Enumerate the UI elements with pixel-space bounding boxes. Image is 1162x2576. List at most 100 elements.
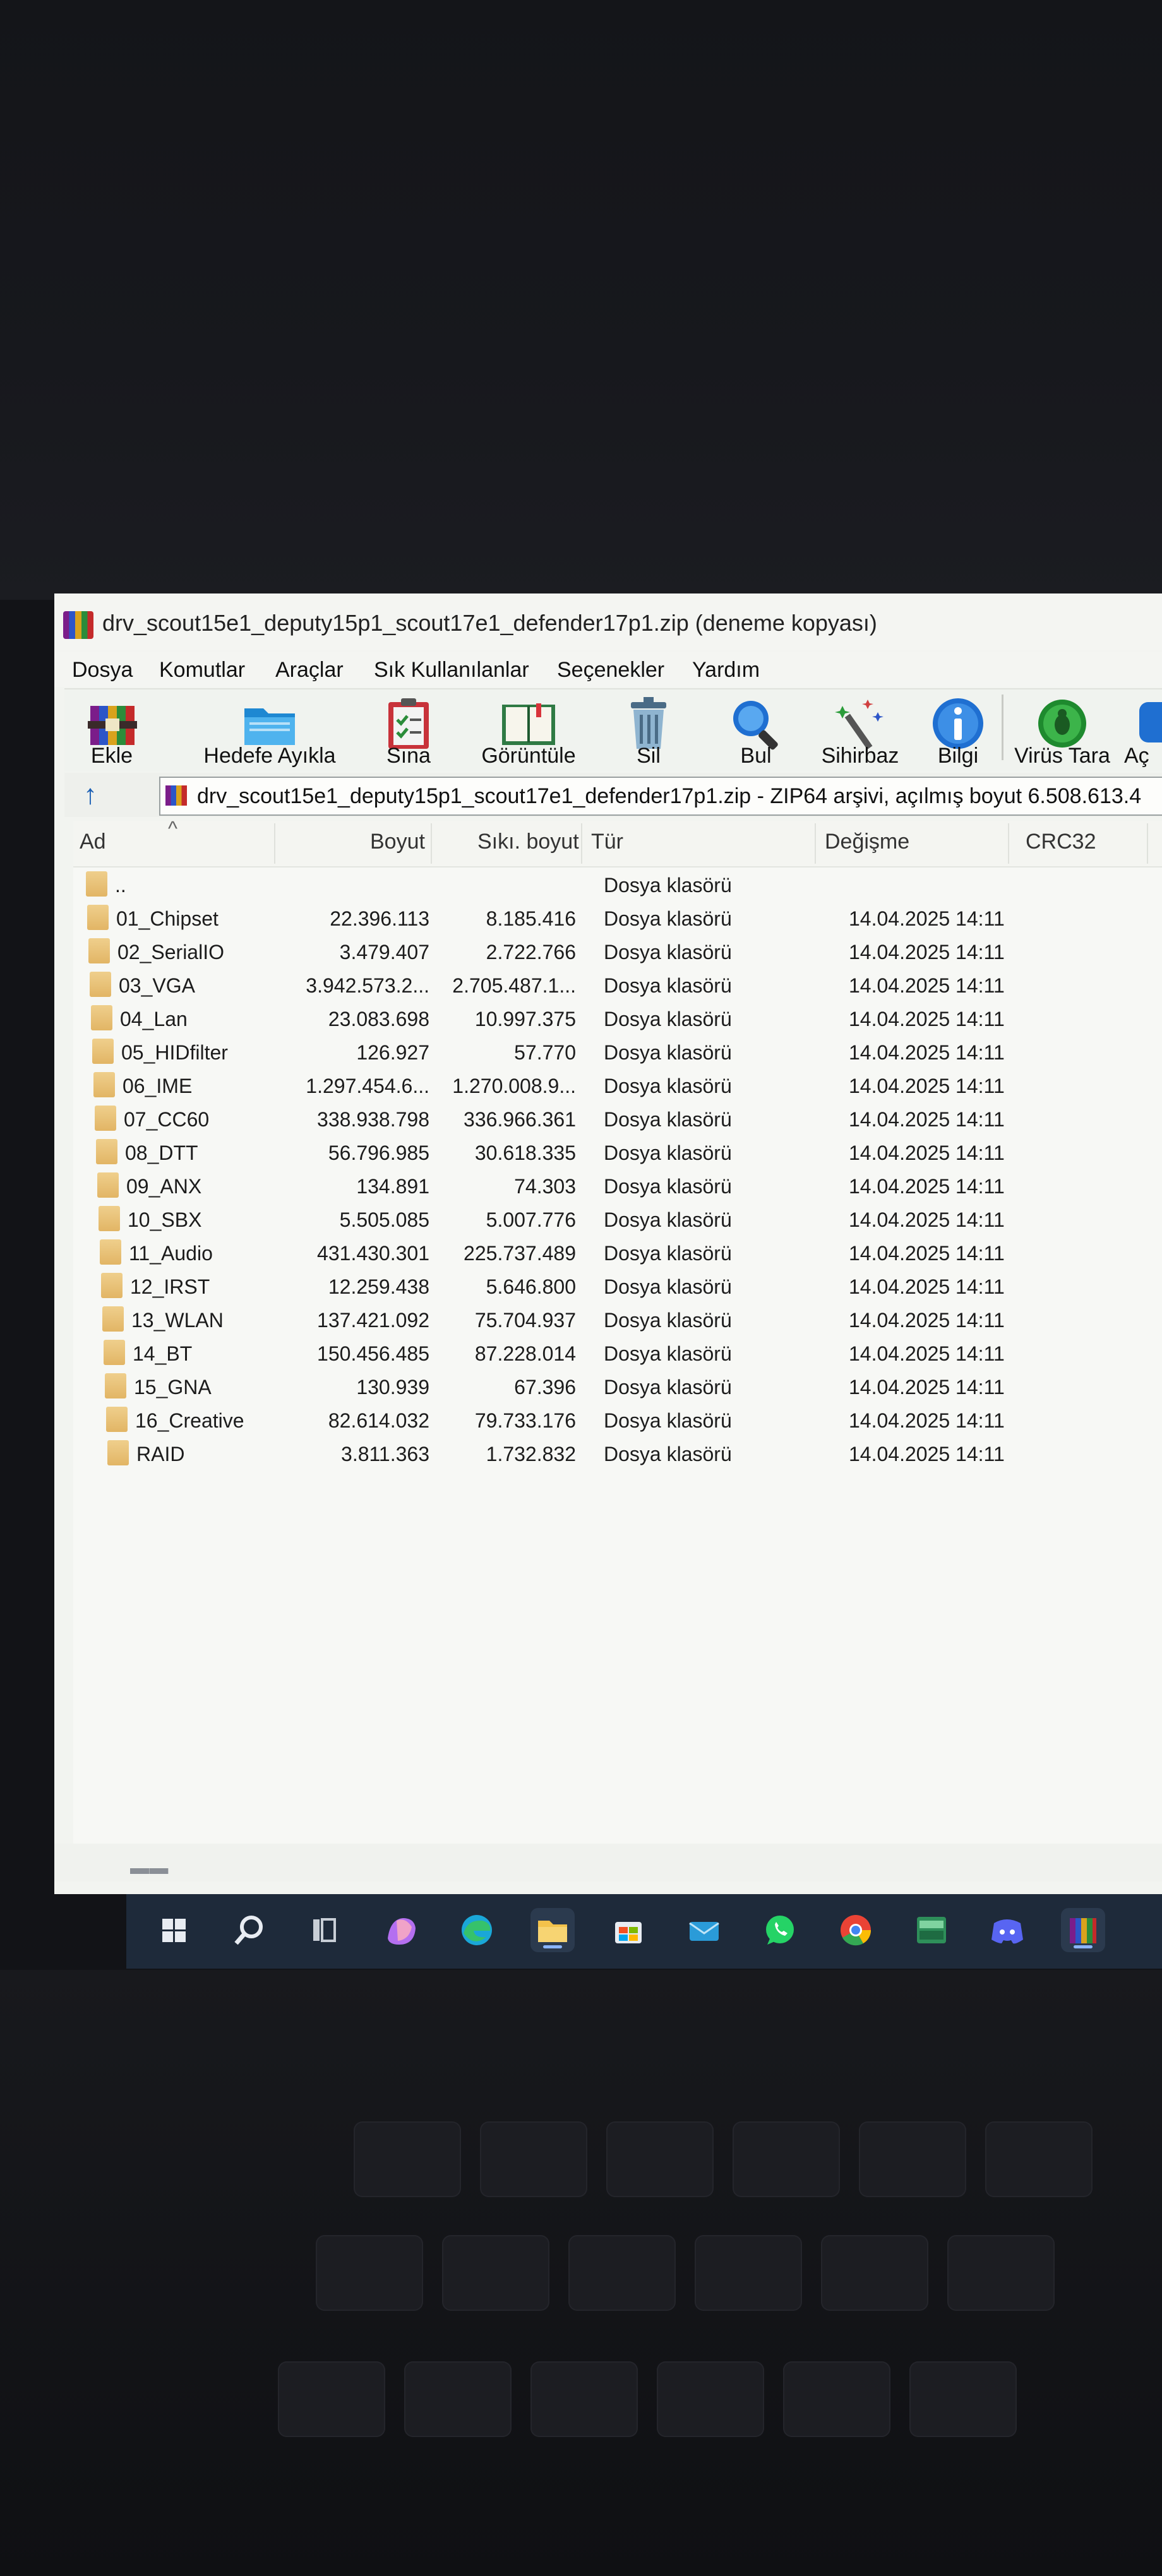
delete-label: Sil: [637, 744, 661, 768]
file-row[interactable]: 06_IME 1.297.454.6... 1.270.008.9... Dos…: [73, 1068, 1162, 1102]
menu-komutlar[interactable]: Komutlar: [159, 658, 245, 683]
file-packed-size: 1.732.832: [486, 1443, 576, 1465]
file-row-parent[interactable]: .. Dosya klasörü: [73, 868, 1162, 901]
archive-path-field[interactable]: drv_scout15e1_deputy15p1_scout17e1_defen…: [159, 777, 1162, 816]
file-type: Dosya klasörü: [604, 1075, 732, 1097]
file-row[interactable]: 03_VGA 3.942.573.2... 2.705.487.1... Dos…: [73, 968, 1162, 1001]
folder-icon: [100, 1239, 121, 1265]
file-type: Dosya klasörü: [604, 874, 732, 897]
file-name: 02_SerialIO: [117, 941, 224, 963]
menu-yardim[interactable]: Yardım: [692, 658, 760, 683]
search-icon: [234, 1916, 263, 1945]
file-type: Dosya klasörü: [604, 1275, 732, 1298]
sort-ascending-icon: ^: [168, 817, 178, 840]
file-type: Dosya klasörü: [604, 1108, 732, 1131]
file-row[interactable]: 13_WLAN 137.421.092 75.704.937 Dosya kla…: [73, 1303, 1162, 1336]
file-type: Dosya klasörü: [604, 1142, 732, 1164]
view-button[interactable]: Görüntüle: [469, 689, 589, 770]
column-divider[interactable]: [1008, 823, 1009, 864]
column-divider[interactable]: [1147, 823, 1148, 864]
folder-icon: [93, 1072, 115, 1097]
info-button[interactable]: Bilgi: [917, 689, 999, 770]
discord-button[interactable]: [985, 1908, 1029, 1952]
title-bar[interactable]: drv_scout15e1_deputy15p1_scout17e1_defen…: [54, 593, 1162, 650]
comment-button[interactable]: Aç: [1120, 689, 1162, 770]
file-row[interactable]: 05_HIDfilter 126.927 57.770 Dosya klasör…: [73, 1035, 1162, 1068]
file-type: Dosya klasörü: [604, 1342, 732, 1365]
file-size: 12.259.438: [328, 1275, 429, 1298]
file-row[interactable]: 16_Creative 82.614.032 79.733.176 Dosya …: [73, 1403, 1162, 1436]
task-view-button[interactable]: [303, 1908, 347, 1952]
file-row[interactable]: RAID 3.811.363 1.732.832 Dosya klasörü 1…: [73, 1436, 1162, 1470]
file-modified: 14.04.2025 14:11: [849, 1208, 1005, 1231]
file-row[interactable]: 12_IRST 12.259.438 5.646.800 Dosya klasö…: [73, 1269, 1162, 1303]
file-explorer-button[interactable]: [530, 1908, 575, 1952]
add-label: Ekle: [90, 744, 133, 768]
menu-secenekler[interactable]: Seçenekler: [557, 658, 664, 683]
test-button[interactable]: Sına: [368, 689, 450, 770]
column-modified[interactable]: Değişme: [825, 830, 909, 854]
column-divider[interactable]: [581, 823, 582, 864]
file-name: RAID: [136, 1443, 185, 1465]
keyboard-key: [480, 2121, 587, 2197]
virus-scan-button[interactable]: Virüs Tara: [1012, 689, 1113, 770]
file-size: 137.421.092: [317, 1309, 429, 1332]
whatsapp-button[interactable]: [758, 1908, 802, 1952]
file-size: 134.891: [356, 1175, 429, 1198]
taskbar: [126, 1894, 1162, 1969]
column-type[interactable]: Tür: [591, 830, 623, 854]
file-packed-size: 67.396: [514, 1376, 576, 1398]
chrome-button[interactable]: [834, 1908, 878, 1952]
file-row[interactable]: 08_DTT 56.796.985 30.618.335 Dosya klasö…: [73, 1135, 1162, 1169]
file-modified: 14.04.2025 14:11: [849, 1175, 1005, 1198]
column-name[interactable]: Ad: [80, 830, 106, 854]
menu-sik-kullanilanlar[interactable]: Sık Kullanılanlar: [374, 658, 529, 683]
mail-button[interactable]: [682, 1908, 726, 1952]
folder-icon: [91, 1005, 112, 1030]
column-divider[interactable]: [431, 823, 432, 864]
search-button[interactable]: [227, 1908, 272, 1952]
column-packed-size[interactable]: Sıkı. boyut: [477, 830, 579, 854]
file-row[interactable]: 01_Chipset 22.396.113 8.185.416 Dosya kl…: [73, 901, 1162, 934]
menu-araclar[interactable]: Araçlar: [275, 658, 344, 683]
app-button[interactable]: [909, 1908, 954, 1952]
menu-dosya[interactable]: Dosya: [72, 658, 133, 683]
delete-button[interactable]: Sil: [608, 689, 690, 770]
file-row[interactable]: 10_SBX 5.505.085 5.007.776 Dosya klasörü…: [73, 1202, 1162, 1236]
column-size[interactable]: Boyut: [370, 830, 425, 854]
file-row[interactable]: 11_Audio 431.430.301 225.737.489 Dosya k…: [73, 1236, 1162, 1269]
find-button[interactable]: Bul: [715, 689, 797, 770]
task-view-icon: [313, 1918, 336, 1942]
column-divider[interactable]: [815, 823, 816, 864]
file-name: 07_CC60: [124, 1108, 210, 1131]
wizard-button[interactable]: Sihirbaz: [810, 689, 911, 770]
folder-icon: [105, 1373, 126, 1398]
file-size: 56.796.985: [328, 1142, 429, 1164]
background-dark-top: [0, 0, 1162, 600]
column-divider[interactable]: [274, 823, 275, 864]
file-row[interactable]: 14_BT 150.456.485 87.228.014 Dosya klasö…: [73, 1336, 1162, 1369]
file-packed-size: 5.007.776: [486, 1208, 576, 1231]
file-row[interactable]: 07_CC60 338.938.798 336.966.361 Dosya kl…: [73, 1102, 1162, 1135]
file-row[interactable]: 09_ANX 134.891 74.303 Dosya klasörü 14.0…: [73, 1169, 1162, 1202]
up-arrow-icon[interactable]: ↑: [83, 779, 97, 811]
column-crc32[interactable]: CRC32: [1026, 830, 1096, 854]
folder-icon: [96, 1139, 117, 1164]
file-type: Dosya klasörü: [604, 1309, 732, 1332]
store-icon: [615, 1922, 642, 1943]
edge-button[interactable]: [455, 1908, 499, 1952]
folder-icon: [102, 1306, 124, 1332]
winrar-button[interactable]: [1061, 1908, 1105, 1952]
copilot-button[interactable]: [379, 1908, 423, 1952]
extract-to-button[interactable]: Hedefe Ayıkla: [197, 689, 342, 770]
info-label: Bilgi: [937, 744, 979, 768]
file-name: 11_Audio: [129, 1242, 213, 1265]
store-button[interactable]: [606, 1908, 650, 1952]
add-button[interactable]: Ekle: [71, 689, 153, 770]
file-row[interactable]: 02_SerialIO 3.479.407 2.722.766 Dosya kl…: [73, 934, 1162, 968]
file-packed-size: 1.270.008.9...: [452, 1075, 576, 1097]
file-row[interactable]: 04_Lan 23.083.698 10.997.375 Dosya klasö…: [73, 1001, 1162, 1035]
toolbar: Ekle Hedefe Ayıkla Sına Görüntüle Sil Bu…: [64, 688, 1162, 772]
start-button[interactable]: [152, 1908, 196, 1952]
file-row[interactable]: 15_GNA 130.939 67.396 Dosya klasörü 14.0…: [73, 1369, 1162, 1403]
